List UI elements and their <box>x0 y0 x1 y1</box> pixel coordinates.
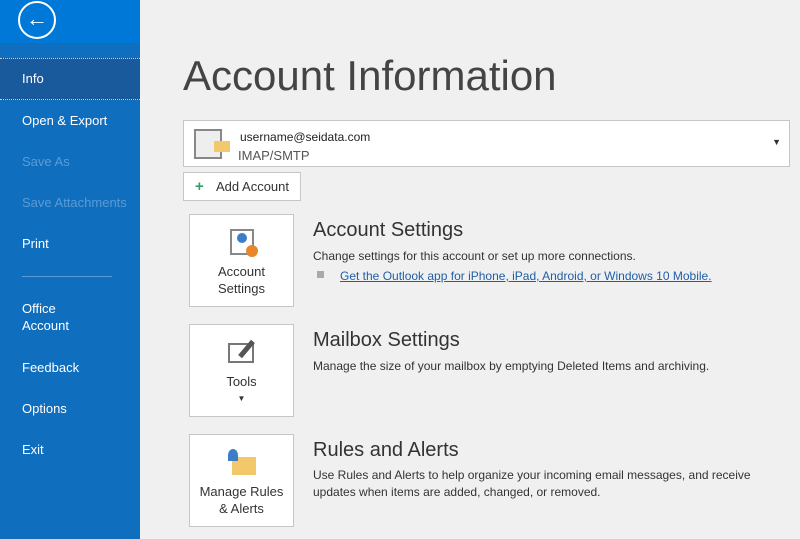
account-email: username@seidata.com <box>240 130 371 144</box>
manage-rules-label: Manage Rules & Alerts <box>199 484 284 516</box>
bullet-icon <box>317 271 324 278</box>
outlook-app-link[interactable]: Get the Outlook app for iPhone, iPad, An… <box>340 269 712 283</box>
mailbox-settings-heading: Mailbox Settings <box>313 329 460 351</box>
sidebar-item-office-account[interactable]: Office Account <box>0 300 140 334</box>
account-settings-label: Account Settings <box>218 264 265 296</box>
account-settings-desc: Change settings for this account or set … <box>313 249 636 263</box>
account-selector[interactable]: username@seidata.com IMAP/SMTP ▼ <box>183 120 790 167</box>
sidebar-item-save-as: Save As <box>22 154 70 169</box>
account-settings-button[interactable]: Account Settings <box>189 214 294 307</box>
rules-alerts-heading: Rules and Alerts <box>313 439 459 461</box>
chevron-down-icon: ▼ <box>237 394 246 403</box>
page-title: Account Information <box>183 52 557 99</box>
account-settings-heading: Account Settings <box>313 219 464 241</box>
account-protocol: IMAP/SMTP <box>238 148 310 163</box>
sidebar-divider <box>22 276 112 277</box>
mailbox-settings-desc: Manage the size of your mailbox by empty… <box>313 359 710 373</box>
chevron-down-icon: ▼ <box>772 137 781 147</box>
sidebar-item-info[interactable]: Info <box>0 58 140 100</box>
sidebar-item-save-attachments: Save Attachments <box>22 195 127 210</box>
rules-alerts-icon <box>226 447 258 479</box>
sidebar-item-options[interactable]: Options <box>0 400 140 417</box>
add-account-button[interactable]: + Add Account <box>183 172 301 201</box>
sidebar-item-feedback[interactable]: Feedback <box>0 359 140 376</box>
backstage-sidebar: ← Info Open & Export Save As Save Attach… <box>0 0 140 539</box>
tools-icon <box>226 337 258 369</box>
mailbox-icon <box>194 129 230 159</box>
tools-label: Tools <box>226 374 257 389</box>
arrow-left-icon: ← <box>26 6 48 31</box>
rules-alerts-desc: Use Rules and Alerts to help organize yo… <box>313 468 751 499</box>
manage-rules-button[interactable]: Manage Rules & Alerts <box>189 434 294 527</box>
sidebar-item-print[interactable]: Print <box>0 235 140 252</box>
tools-button[interactable]: Tools ▼ <box>189 324 294 417</box>
account-settings-icon <box>226 227 258 259</box>
sidebar-header: ← <box>0 0 140 43</box>
add-account-label: Add Account <box>216 179 289 194</box>
back-button[interactable]: ← <box>18 1 56 39</box>
plus-icon: + <box>195 178 204 195</box>
sidebar-item-open-export[interactable]: Open & Export <box>0 112 140 129</box>
sidebar-item-exit[interactable]: Exit <box>0 441 140 458</box>
